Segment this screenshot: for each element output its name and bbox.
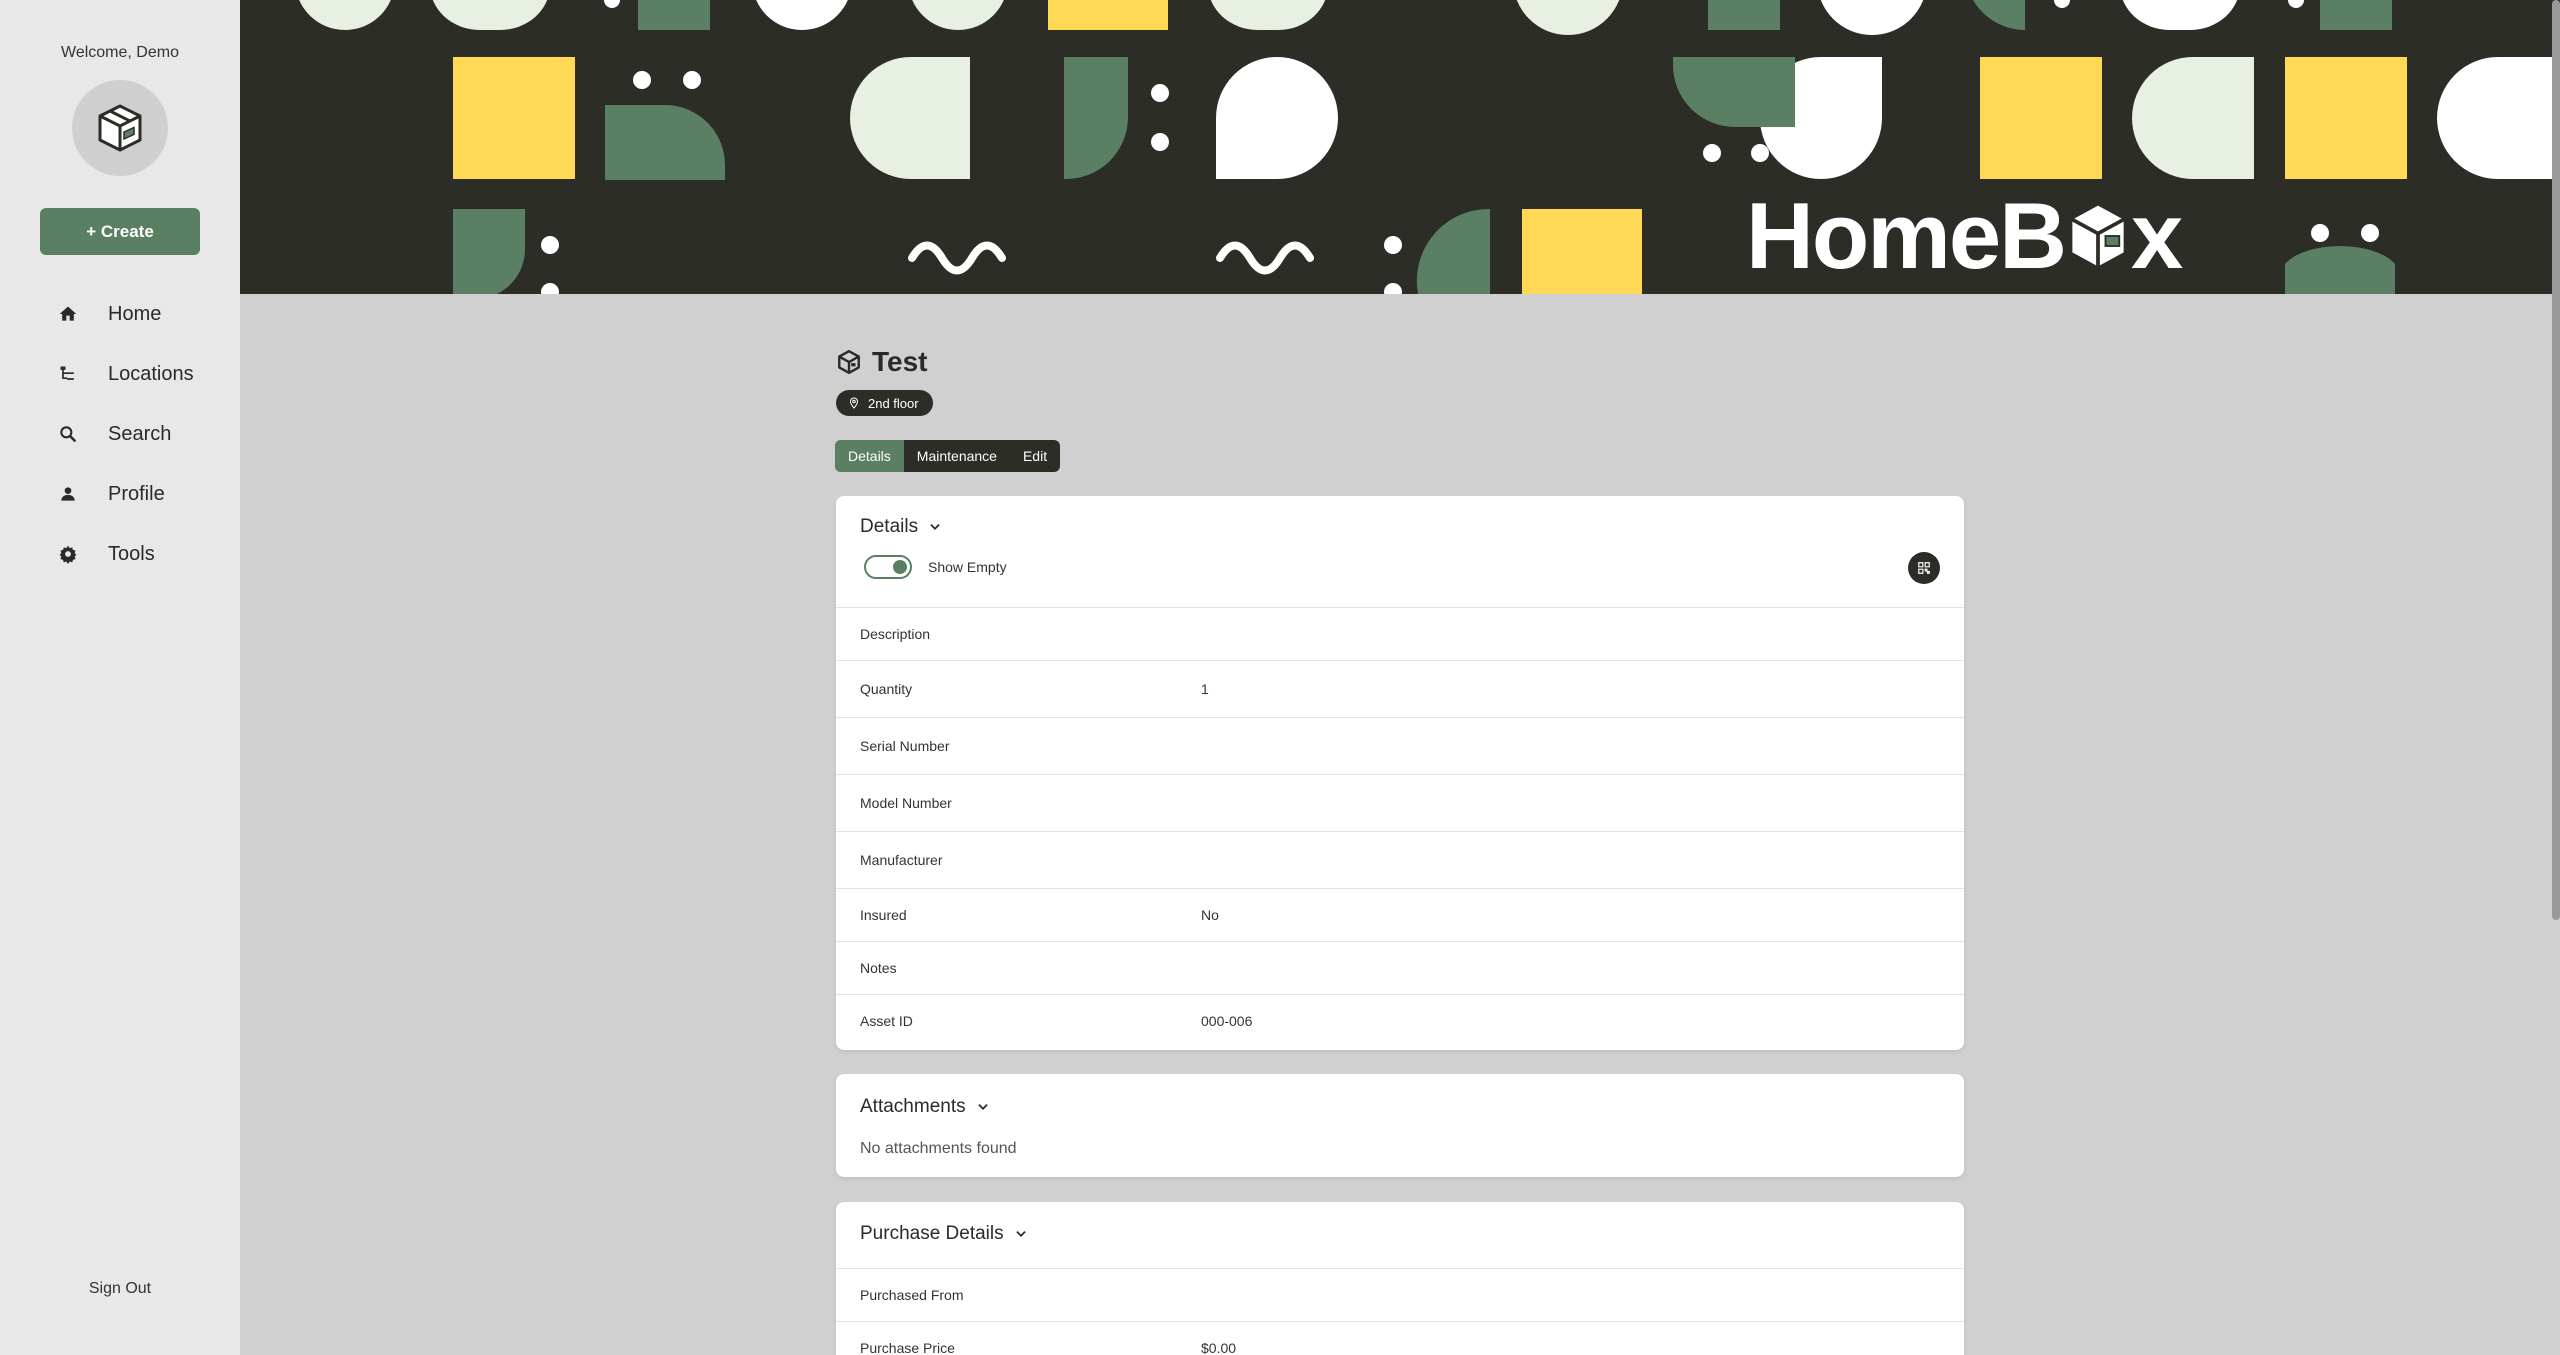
purchase-row-purchase-price: Purchase Price $0.00 (836, 1321, 1964, 1355)
sidebar-item-label: Tools (108, 542, 155, 565)
sidebar-item-label: Search (108, 422, 172, 445)
chevron-down-icon (1014, 1227, 1028, 1241)
sidebar-item-label: Locations (108, 362, 194, 385)
home-icon (56, 302, 80, 326)
show-empty-label: Show Empty (928, 559, 1007, 575)
detail-label: Serial Number (860, 738, 950, 754)
detail-row-model-number: Model Number (836, 774, 1964, 831)
purchase-details-title: Purchase Details (860, 1223, 1004, 1244)
avatar[interactable] (72, 80, 168, 176)
logo-text-part1: HomeB (1746, 183, 2067, 288)
item-tabs: Details Maintenance Edit (835, 440, 1061, 472)
detail-label: Purchase Price (860, 1340, 955, 1355)
create-button[interactable]: + Create (40, 208, 200, 255)
sidebar-item-tools[interactable]: Tools (0, 524, 240, 584)
chevron-down-icon (928, 520, 942, 534)
purchase-details-header[interactable]: Purchase Details (860, 1223, 1028, 1245)
no-attachments-text: No attachments found (860, 1140, 1017, 1157)
detail-value: $0.00 (1201, 1340, 1237, 1355)
detail-label: Description (860, 626, 931, 642)
sidebar-item-locations[interactable]: Locations (0, 344, 240, 404)
detail-label: Notes (860, 960, 897, 976)
map-pin-icon (849, 397, 859, 409)
attachments-header[interactable]: Attachments (860, 1096, 990, 1118)
detail-row-quantity: Quantity 1 (836, 660, 1964, 717)
detail-row-description: Description (836, 607, 1964, 660)
profile-icon (56, 482, 80, 506)
detail-row-asset-id: Asset ID 000-006 (836, 994, 1964, 1047)
location-badge[interactable]: 2nd floor (836, 390, 933, 416)
sidebar-item-profile[interactable]: Profile (0, 464, 240, 524)
detail-label: Model Number (860, 795, 952, 811)
detail-label: Asset ID (860, 1013, 913, 1029)
details-list: Description Quantity 1 Serial Number Mod… (836, 607, 1964, 1047)
search-icon (56, 422, 80, 446)
tab-details[interactable]: Details (835, 440, 904, 472)
item-title-row: Test (836, 346, 928, 378)
detail-row-manufacturer: Manufacturer (836, 831, 1964, 888)
detail-row-insured: Insured No (836, 888, 1964, 941)
tab-edit[interactable]: Edit (1010, 440, 1060, 472)
detail-label: Quantity (860, 681, 913, 697)
box-logo-icon (98, 104, 142, 152)
tab-maintenance[interactable]: Maintenance (904, 440, 1010, 472)
gear-icon (56, 542, 80, 566)
box-logo-icon (2068, 201, 2128, 271)
details-card: Details Show Empty Description Quantity … (836, 496, 1964, 1050)
sidebar: Welcome, Demo + Create Home Locations Se… (0, 0, 240, 1355)
show-empty-control: Show Empty (864, 555, 1007, 579)
chevron-down-icon (976, 1100, 990, 1114)
detail-value: No (1201, 907, 1219, 923)
welcome-text: Welcome, Demo (61, 44, 179, 61)
detail-label: Insured (860, 907, 907, 923)
homebox-logo: HomeB x (1746, 183, 2183, 288)
qr-code-button[interactable] (1908, 552, 1940, 584)
details-title: Details (860, 516, 919, 537)
sidebar-nav: Home Locations Search Profile Tools (0, 284, 240, 584)
banner: HomeB x (240, 0, 2560, 294)
details-header[interactable]: Details (860, 516, 942, 538)
detail-label: Purchased From (860, 1287, 964, 1303)
sidebar-item-label: Profile (108, 482, 165, 505)
scrollbar[interactable] (2552, 0, 2560, 920)
detail-row-serial-number: Serial Number (836, 717, 1964, 774)
location-label: 2nd floor (868, 395, 919, 411)
locations-icon (56, 362, 80, 386)
item-box-icon (838, 349, 860, 375)
show-empty-toggle[interactable] (864, 555, 912, 579)
detail-label: Manufacturer (860, 852, 943, 868)
detail-value: 1 (1201, 681, 1209, 697)
sidebar-item-search[interactable]: Search (0, 404, 240, 464)
page-title: Test (872, 346, 928, 377)
sign-out-link[interactable]: Sign Out (0, 1280, 240, 1298)
logo-text-part2: x (2131, 183, 2183, 288)
sidebar-item-label: Home (108, 302, 162, 325)
banner-pattern (299, 0, 2560, 294)
sidebar-item-home[interactable]: Home (0, 284, 240, 344)
detail-value: 000-006 (1201, 1013, 1253, 1029)
attachments-card: Attachments No attachments found (836, 1074, 1964, 1177)
detail-row-notes: Notes (836, 941, 1964, 994)
qr-code-icon (1918, 562, 1930, 574)
purchase-list: Purchased From Purchase Price $0.00 (836, 1268, 1964, 1355)
purchase-details-card: Purchase Details Purchased From Purchase… (836, 1202, 1964, 1355)
attachments-title: Attachments (860, 1096, 966, 1117)
purchase-row-purchased-from: Purchased From (836, 1268, 1964, 1321)
